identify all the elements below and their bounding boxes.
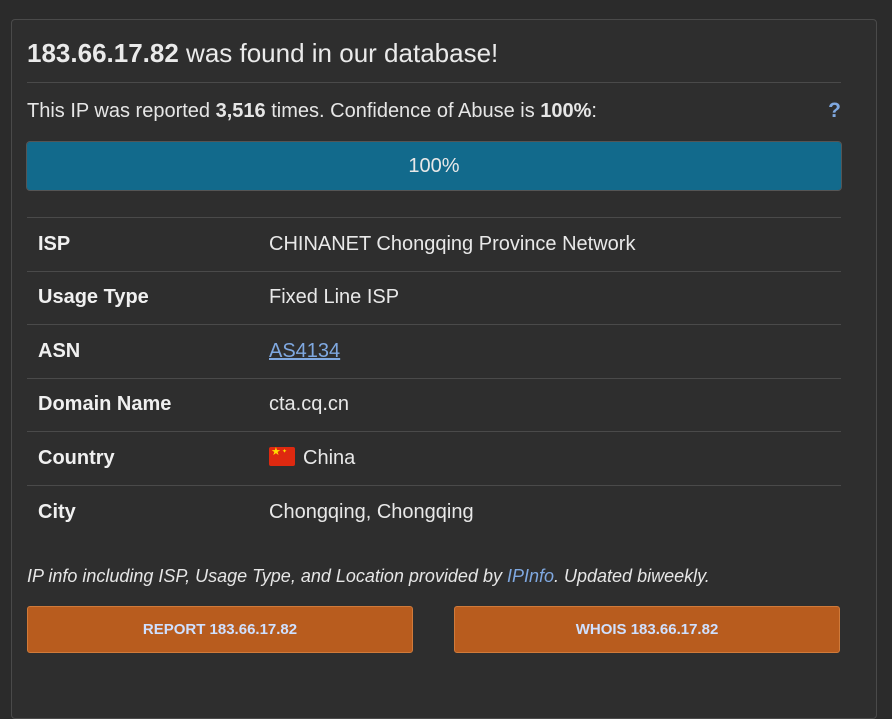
isp-value: CHINANET Chongqing Province Network — [269, 232, 636, 255]
domain-name-label: Domain Name — [38, 393, 172, 416]
table-row: Country China — [27, 431, 841, 486]
confidence-progress-bar: 100% — [26, 141, 842, 191]
ipinfo-footnote: IP info including ISP, Usage Type, and L… — [27, 566, 841, 587]
confidence-value: 100% — [540, 100, 592, 122]
asn-link[interactable]: AS4134 — [269, 340, 340, 362]
title-suffix: was found in our database! — [178, 38, 499, 68]
ip-address: 183.66.17.82 — [27, 38, 179, 68]
country-label: Country — [38, 446, 115, 469]
table-row: ISP CHINANET Chongqing Province Network — [27, 217, 841, 272]
table-row: ASN AS4134 — [27, 324, 841, 379]
domain-name-value: cta.cq.cn — [269, 393, 350, 416]
isp-label: ISP — [38, 232, 71, 255]
country-value: China — [303, 446, 356, 469]
report-ip-button[interactable]: REPORT 183.66.17.82 — [27, 606, 413, 653]
usage-type-value: Fixed Line ISP — [269, 286, 400, 309]
usage-type-label: Usage Type — [38, 286, 149, 309]
report-summary: This IP was reported 3,516 times. Confid… — [27, 99, 841, 123]
report-prefix: This IP was reported — [27, 100, 216, 122]
footnote-suffix: . Updated biweekly. — [554, 566, 710, 586]
ipinfo-link[interactable]: IPInfo — [507, 566, 554, 586]
report-suffix: : — [591, 100, 597, 122]
footnote-prefix: IP info including ISP, Usage Type, and L… — [27, 566, 507, 586]
table-row: Usage Type Fixed Line ISP — [27, 271, 841, 325]
whois-ip-button[interactable]: WHOIS 183.66.17.82 — [454, 606, 840, 653]
report-middle: times. Confidence of Abuse is — [265, 100, 541, 122]
table-row: Domain Name cta.cq.cn — [27, 378, 841, 432]
city-label: City — [38, 500, 76, 523]
report-count: 3,516 — [215, 100, 266, 122]
china-flag-icon — [269, 445, 295, 466]
progress-label: 100% — [408, 154, 460, 177]
ip-info-table: ISP CHINANET Chongqing Province Network … — [27, 217, 841, 539]
asn-label: ASN — [38, 339, 81, 362]
page-title: 183.66.17.82 was found in our database! — [27, 38, 841, 83]
city-value: Chongqing, Chongqing — [269, 500, 474, 523]
table-row: City Chongqing, Chongqing — [27, 485, 841, 539]
help-icon[interactable]: ? — [828, 99, 841, 123]
